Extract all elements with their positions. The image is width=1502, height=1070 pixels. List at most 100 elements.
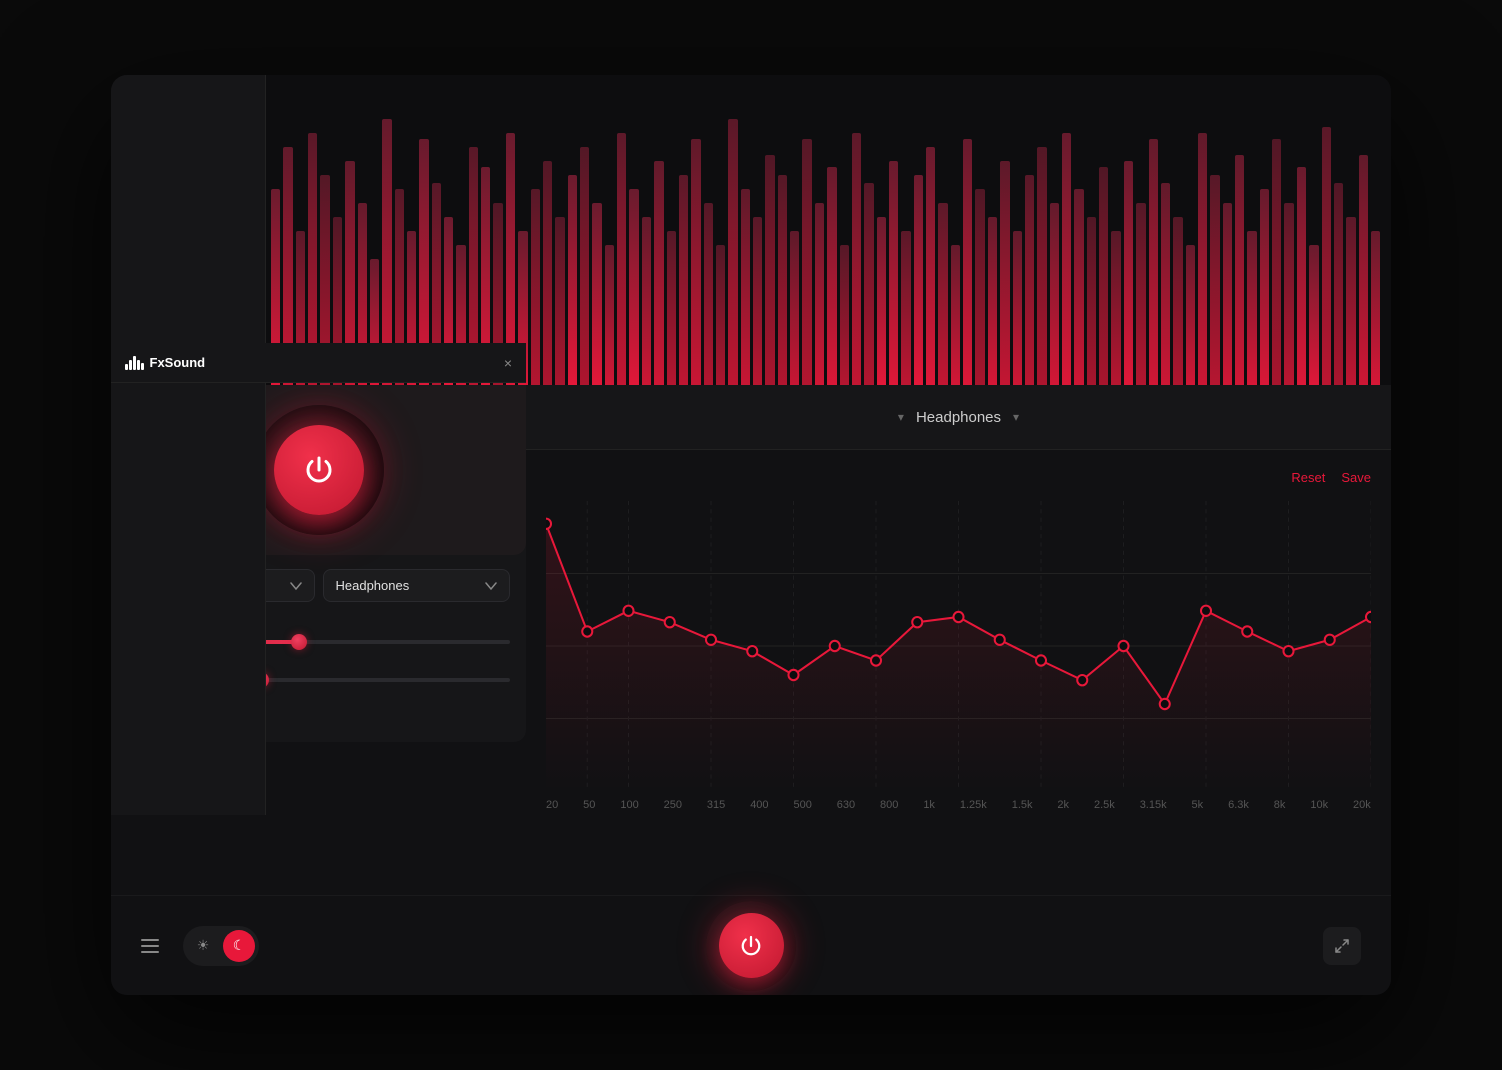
visualizer-bar [877,217,886,385]
visualizer-bar [790,231,799,385]
close-button[interactable]: × [504,356,512,370]
bottom-power-button[interactable] [719,913,784,978]
visualizer-bar [1037,147,1046,385]
frequency-label: 500 [793,799,811,811]
visualizer-bar [1173,217,1182,385]
eq-header-chevron-left: ▾ [898,410,904,424]
visualizer-bar [864,183,873,385]
visualizer-bar [1025,175,1034,385]
eq-panel: ▾ Headphones ▾ Reset Save [526,385,1391,895]
visualizer-bar [1235,155,1244,385]
save-button[interactable]: Save [1341,470,1371,485]
frequency-label: 630 [837,799,855,811]
visualizer-bar [605,245,614,385]
visualizer-bar [889,161,898,385]
visualizer-bar [1371,231,1380,385]
visualizer-bar [691,139,700,385]
reset-button[interactable]: Reset [1291,470,1325,485]
visualizer-bar [926,147,935,385]
app-container: FxSound × Alternative Rock [111,75,1391,995]
dark-theme-button[interactable]: ☾ [223,930,255,962]
eq-header-title: Headphones [916,409,1001,426]
visualizer-bar [531,189,540,385]
frequency-label: 20k [1353,799,1371,811]
visualizer-bar [963,139,972,385]
frequency-label: 315 [707,799,725,811]
visualizer-bar [1346,217,1355,385]
frequency-label: 1.5k [1012,799,1033,811]
visualizer-bar [704,203,713,385]
visualizer-bar [679,175,688,385]
frequency-label: 6.3k [1228,799,1249,811]
menu-button[interactable] [141,939,159,953]
visualizer-bar [1297,167,1306,385]
frequency-label: 100 [620,799,638,811]
expand-button[interactable] [1323,927,1361,965]
visualizer-bar [1210,175,1219,385]
dynamic-boost-thumb[interactable] [291,634,307,650]
bottom-bar: ☀ ☾ [111,895,1391,995]
visualizer-bar [1124,161,1133,385]
visualizer-bar [840,245,849,385]
theme-toggles: ☀ ☾ [183,926,259,966]
app-title: FxSound [150,355,206,370]
headphones-label: Headphones [336,578,410,593]
visualizer-bar [778,175,787,385]
visualizer-bar [592,203,601,385]
sidebar [111,75,266,815]
visualizer-bar [543,161,552,385]
visualizer-bar [765,155,774,385]
visualizer-bar [815,203,824,385]
frequency-label: 10k [1310,799,1328,811]
light-theme-button[interactable]: ☀ [187,930,219,962]
visualizer-bar [1260,189,1269,385]
frequency-label: 50 [583,799,595,811]
visualizer-bar [1186,245,1195,385]
visualizer-bar [951,245,960,385]
visualizer-bar [975,189,984,385]
sun-icon: ☀ [197,937,210,954]
title-bar: FxSound × [111,343,526,383]
visualizer-bar [617,133,626,385]
visualizer-bar [1050,203,1059,385]
visualizer-bar [1149,139,1158,385]
eq-graph [546,501,1371,791]
visualizer-bar [901,231,910,385]
visualizer-bar [1062,133,1071,385]
frequency-label: 2.5k [1094,799,1115,811]
frequency-label: 1k [923,799,935,811]
visualizer-bar [1322,127,1331,385]
visualizer-bar [914,175,923,385]
frequency-label: 3.15k [1140,799,1167,811]
visualizer-bar [667,231,676,385]
visualizer-bar [1013,231,1022,385]
visualizer-bar [1334,183,1343,385]
visualizer-bar [988,217,997,385]
headphones-dropdown[interactable]: Headphones [323,569,511,602]
visualizer-bar [741,189,750,385]
visualizer-bar [555,217,564,385]
eq-graph-container: Reset Save [526,450,1391,811]
visualizer-bar [642,217,651,385]
eq-actions: Reset Save [546,470,1371,485]
visualizer-bar [827,167,836,385]
eq-frequency-labels: 20501002503154005006308001k1.25k1.5k2k2.… [546,791,1371,811]
visualizer-bar [1247,231,1256,385]
frequency-label: 250 [664,799,682,811]
visualizer-bar [1284,203,1293,385]
visualizer-bar [938,203,947,385]
bottom-power-ring [706,901,796,991]
bottom-left: ☀ ☾ [141,926,259,966]
visualizer-bar [568,175,577,385]
visualizer-bar [728,119,737,385]
power-button[interactable] [274,425,364,515]
bottom-right [1323,927,1361,965]
frequency-label: 800 [880,799,898,811]
frequency-label: 5k [1192,799,1204,811]
eq-header-chevron-right: ▾ [1013,410,1019,424]
frequency-label: 400 [750,799,768,811]
visualizer-bar [629,189,638,385]
visualizer-bar [1136,203,1145,385]
visualizer-bar [802,139,811,385]
visualizer-bar [654,161,663,385]
